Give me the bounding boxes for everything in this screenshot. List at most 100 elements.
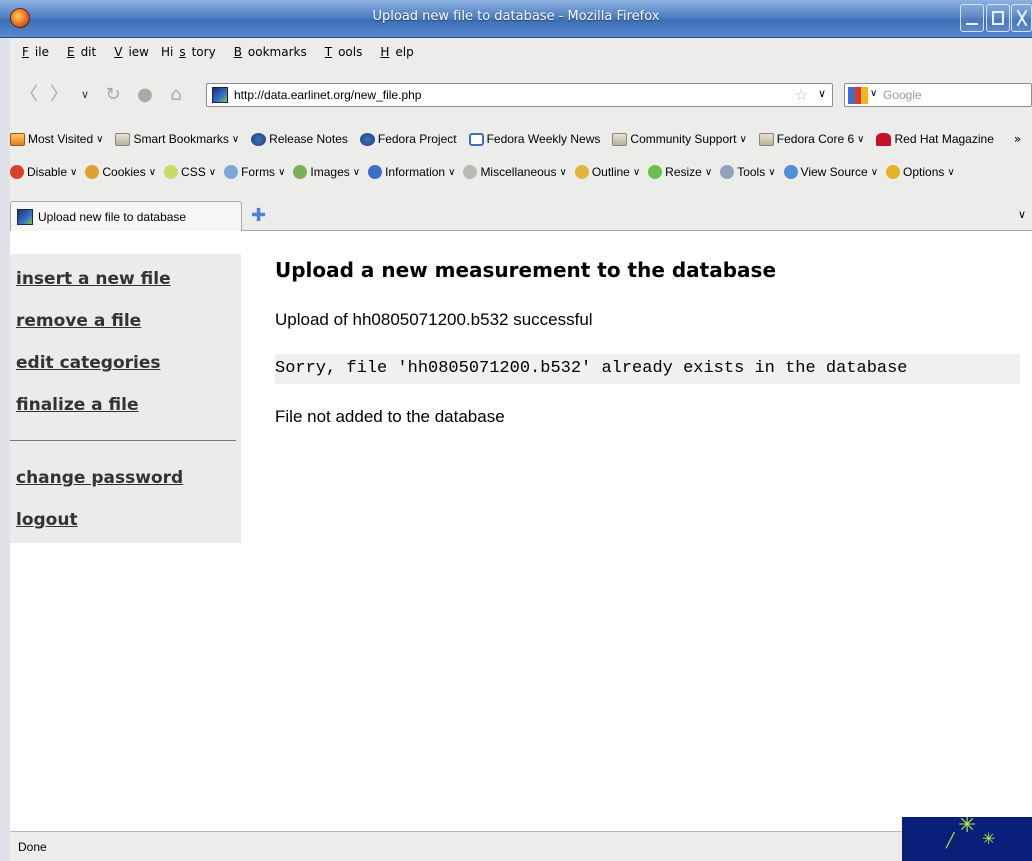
menu-file[interactable]: File bbox=[16, 42, 49, 64]
result-message: File not added to the database bbox=[275, 407, 505, 426]
sidebar: insert a new file remove a file edit cat… bbox=[10, 254, 241, 543]
sidebar-link-finalize[interactable]: finalize a file bbox=[16, 394, 241, 436]
devtool-css[interactable]: CSS ∨ bbox=[164, 165, 216, 179]
menu-tools[interactable]: Tools bbox=[319, 42, 363, 64]
bookmark-release-notes[interactable]: Release Notes bbox=[251, 132, 348, 146]
folder-orange-icon bbox=[10, 132, 25, 146]
tab-list-dropdown-icon[interactable]: ∨ bbox=[1018, 208, 1026, 221]
devtool-miscellaneous[interactable]: Miscellaneous ∨ bbox=[463, 165, 567, 179]
menu-help[interactable]: Help bbox=[374, 42, 413, 64]
page-content: insert a new file remove a file edit cat… bbox=[10, 231, 1032, 831]
view-source-icon bbox=[783, 165, 798, 179]
bookmark-fedora-weekly-news[interactable]: Fedora Weekly News bbox=[468, 132, 600, 146]
css-icon bbox=[164, 165, 179, 179]
chevron-down-icon: ∨ bbox=[632, 166, 641, 178]
sidebar-link-change-password[interactable]: change password bbox=[16, 467, 241, 509]
window-title: Upload new file to database - Mozilla Fi… bbox=[372, 9, 660, 24]
devtool-resize[interactable]: Resize ∨ bbox=[648, 165, 712, 179]
search-input[interactable]: Google bbox=[883, 88, 922, 102]
forward-icon[interactable]: 〉 bbox=[48, 84, 70, 106]
chevron-down-icon: ∨ bbox=[448, 166, 456, 178]
redhat-icon bbox=[876, 132, 892, 146]
success-message: Upload of hh0805071200.b532 successful bbox=[275, 310, 593, 329]
devtool-cookies[interactable]: Cookies ∨ bbox=[85, 165, 156, 179]
chevron-down-icon: ∨ bbox=[559, 166, 567, 178]
fedora-icon bbox=[359, 132, 375, 146]
sidebar-link-edit-categories[interactable]: edit categories bbox=[16, 352, 241, 394]
news-icon bbox=[468, 132, 484, 146]
url-dropdown-icon[interactable]: ∨ bbox=[818, 87, 826, 100]
bookmarks-overflow-button[interactable]: » bbox=[1014, 132, 1021, 146]
chevron-down-icon: ∨ bbox=[768, 166, 776, 178]
menu-bar: File Edit View Hi s tory Bookmarks Tools Help bbox=[10, 42, 420, 64]
window-titlebar[interactable]: Upload new file to database - Mozilla Fi… bbox=[0, 0, 1032, 38]
google-engine-icon[interactable] bbox=[848, 87, 868, 104]
chevron-down-icon: ∨ bbox=[70, 166, 78, 178]
menu-view[interactable]: View bbox=[108, 42, 149, 64]
tab-label: Upload new file to database bbox=[38, 210, 187, 224]
bookmarks-toolbar: Most Visited ∨ Smart Bookmarks ∨ Release Not… bbox=[10, 125, 1032, 153]
bookmark-most-visited[interactable]: Most Visited ∨ bbox=[10, 132, 103, 146]
minimize-button[interactable] bbox=[960, 4, 984, 32]
bookmark-red-hat-magazine[interactable]: Red Hat Magazine bbox=[876, 132, 994, 146]
url-bar[interactable]: http://data.earlinet.org/new_file.php ☆ … bbox=[206, 83, 833, 107]
devtool-options[interactable]: Options ∨ bbox=[886, 165, 955, 179]
images-icon bbox=[293, 165, 308, 179]
bookmark-fedora-core-6[interactable]: Fedora Core 6 ∨ bbox=[758, 132, 865, 146]
disable-icon bbox=[10, 165, 24, 179]
chevron-down-icon: ∨ bbox=[208, 166, 217, 178]
menu-edit[interactable]: Edit bbox=[61, 42, 96, 64]
back-icon[interactable]: 〈 bbox=[18, 84, 40, 106]
menu-bookmarks[interactable]: Bookmarks bbox=[228, 42, 307, 64]
chevron-down-icon: ∨ bbox=[704, 166, 713, 178]
status-text: Done bbox=[18, 840, 47, 854]
sidebar-link-remove[interactable]: remove a file bbox=[16, 310, 241, 352]
home-icon[interactable]: ⌂ bbox=[165, 84, 187, 106]
devtool-disable[interactable]: Disable ∨ bbox=[10, 165, 77, 179]
desktop-logo-icon: ✳ ✳ ╱ bbox=[902, 817, 1032, 861]
forms-icon bbox=[224, 165, 239, 179]
history-dropdown-icon[interactable]: ∨ bbox=[74, 84, 96, 106]
sidebar-link-insert[interactable]: insert a new file bbox=[16, 268, 241, 310]
chevron-down-icon: ∨ bbox=[947, 166, 955, 178]
cookies-icon bbox=[85, 165, 100, 179]
error-message: Sorry, file 'hh0805071200.b532' already … bbox=[275, 354, 1020, 384]
new-tab-icon[interactable]: ✚ bbox=[251, 205, 266, 226]
tab-upload[interactable]: Upload new file to database bbox=[10, 201, 242, 231]
devtool-outline[interactable]: Outline ∨ bbox=[574, 165, 641, 179]
devtool-tools[interactable]: Tools ∨ bbox=[720, 165, 776, 179]
devtool-forms[interactable]: Forms ∨ bbox=[224, 165, 285, 179]
miscellaneous-icon bbox=[463, 165, 478, 179]
folder-icon bbox=[612, 132, 628, 146]
search-engine-dropdown-icon[interactable]: ∨ bbox=[870, 88, 877, 99]
tools-icon bbox=[720, 165, 735, 179]
tab-strip: Upload new file to database ✚ ∨ bbox=[10, 200, 1032, 231]
options-icon bbox=[886, 165, 901, 179]
folder-icon bbox=[758, 132, 774, 146]
chevron-down-icon: ∨ bbox=[148, 166, 157, 178]
tab-favicon-icon bbox=[17, 209, 33, 225]
close-button[interactable] bbox=[1011, 4, 1032, 32]
devtool-information[interactable]: Information ∨ bbox=[368, 165, 455, 179]
outline-icon bbox=[574, 165, 589, 179]
reload-icon[interactable]: ↻ bbox=[102, 84, 124, 106]
web-developer-toolbar: Disable ∨ Cookies ∨ CSS ∨ Forms ∨ Images ∨ Informa… bbox=[10, 158, 1032, 186]
bookmark-star-icon[interactable]: ☆ bbox=[795, 86, 808, 104]
status-bar: Done bbox=[10, 831, 1032, 861]
sidebar-divider bbox=[10, 440, 236, 441]
chevron-down-icon: ∨ bbox=[870, 166, 879, 178]
main-content: Upload a new measurement to the database… bbox=[275, 258, 1020, 427]
devtool-view-source[interactable]: View Source ∨ bbox=[783, 165, 879, 179]
chevron-down-icon: ∨ bbox=[857, 133, 865, 145]
devtool-images[interactable]: Images ∨ bbox=[293, 165, 360, 179]
bookmark-smart-bookmarks[interactable]: Smart Bookmarks ∨ bbox=[115, 132, 239, 146]
sidebar-link-logout[interactable]: logout bbox=[16, 509, 241, 551]
menu-history[interactable]: Hi s tory bbox=[161, 42, 216, 64]
maximize-button[interactable] bbox=[986, 4, 1010, 32]
page-title: Upload a new measurement to the database bbox=[275, 258, 777, 282]
bookmark-community-support[interactable]: Community Support ∨ bbox=[612, 132, 747, 146]
search-bar[interactable]: ∨ Google ⌕ bbox=[844, 83, 1032, 107]
bookmark-fedora-project[interactable]: Fedora Project bbox=[359, 132, 457, 146]
url-text[interactable]: http://data.earlinet.org/new_file.php bbox=[234, 88, 421, 102]
stop-icon[interactable]: ● bbox=[134, 84, 156, 106]
